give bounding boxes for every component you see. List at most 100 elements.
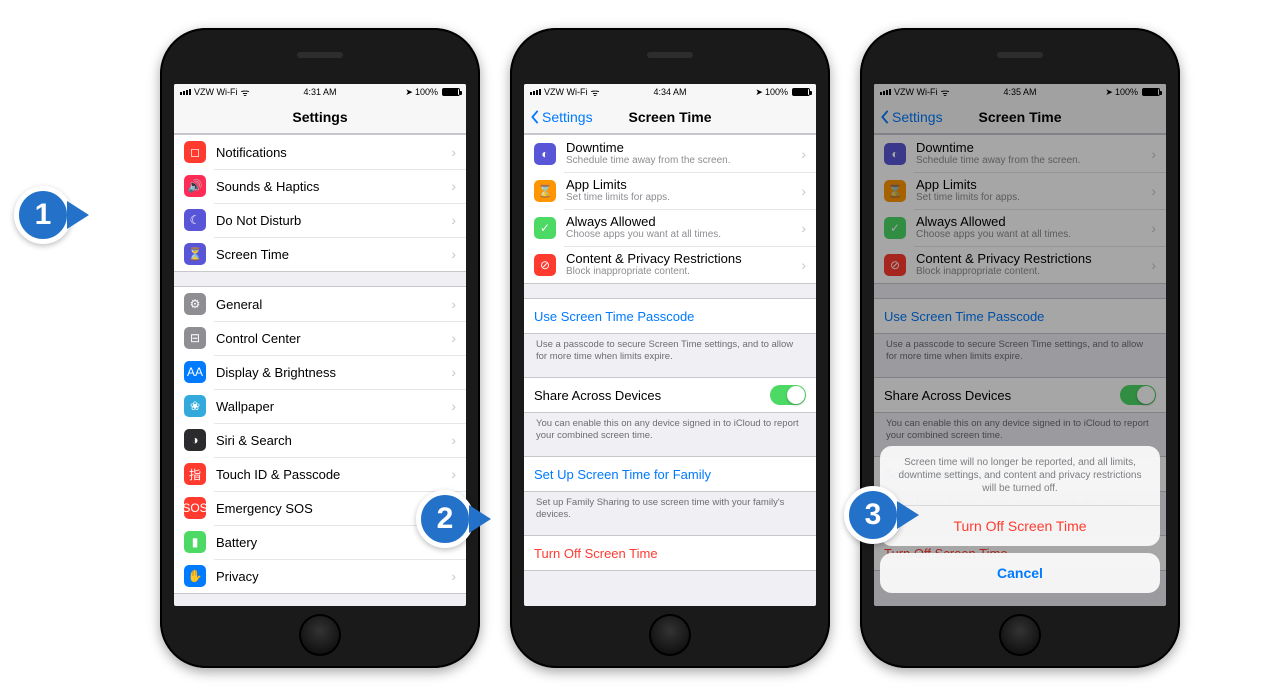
row-icon: ⏳	[184, 243, 206, 265]
row-icon: ⊘	[534, 254, 556, 276]
use-passcode-row[interactable]: Use Screen Time Passcode	[874, 299, 1166, 333]
share-toggle[interactable]	[770, 385, 806, 405]
row-icon: ✓	[884, 217, 906, 239]
row-icon: SOS	[184, 497, 206, 519]
row-icon: AA	[184, 361, 206, 383]
chevron-icon: ›	[1151, 220, 1156, 236]
chevron-icon: ›	[801, 146, 806, 162]
phone-frame-1: VZW Wi-Fi ᯤ 4:31 AM ➤ 100% Settings ◻︎No…	[160, 28, 480, 668]
settings-row-notifications[interactable]: ◻︎Notifications›	[174, 135, 466, 169]
row-label: App Limits	[916, 177, 1151, 192]
back-button[interactable]: Settings	[880, 109, 943, 125]
phone-frame-3: VZW Wi-Fi ᯤ 4:35 AM ➤ 100% Settings Scre…	[860, 28, 1180, 668]
settings-row-privacy[interactable]: ✋Privacy›	[174, 559, 466, 593]
page-title: Screen Time	[978, 109, 1061, 125]
page-title: Settings	[292, 109, 347, 125]
chevron-icon: ›	[801, 257, 806, 273]
chevron-icon: ›	[1151, 146, 1156, 162]
row-icon: ◐	[884, 143, 906, 165]
chevron-icon: ›	[451, 364, 456, 380]
status-bar: VZW Wi-Fi ᯤ 4:31 AM ➤ 100%	[174, 84, 466, 100]
row-icon: ◻︎	[184, 141, 206, 163]
share-devices-row[interactable]: Share Across Devices	[874, 378, 1166, 412]
battery-icon	[1142, 88, 1160, 96]
share-devices-row[interactable]: Share Across Devices	[524, 378, 816, 412]
row-icon: ⚙︎	[184, 293, 206, 315]
chevron-icon: ›	[1151, 183, 1156, 199]
screentime-row-downtime[interactable]: ◐DowntimeSchedule time away from the scr…	[524, 135, 816, 172]
step-badge-2: 2	[416, 490, 474, 548]
step-badge-1: 1	[14, 186, 72, 244]
settings-row-general[interactable]: ⚙︎ General›	[174, 287, 466, 321]
row-icon: ✋	[184, 565, 206, 587]
share-toggle[interactable]	[1120, 385, 1156, 405]
settings-row-do-not-disturb[interactable]: ☾ Do Not Disturb›	[174, 203, 466, 237]
row-icon: ❀	[184, 395, 206, 417]
battery-icon	[792, 88, 810, 96]
phone-frame-2: VZW Wi-Fi ᯤ 4:34 AM ➤ 100% Settings Scre…	[510, 28, 830, 668]
family-row[interactable]: Set Up Screen Time for Family	[524, 457, 816, 491]
clock: 4:34 AM	[524, 87, 816, 97]
row-icon: 指	[184, 463, 206, 485]
settings-row-sounds-haptics[interactable]: 🔊Sounds & Haptics›	[174, 169, 466, 203]
settings-row-siri-search[interactable]: ◑Siri & Search›	[174, 423, 466, 457]
chevron-icon: ›	[801, 220, 806, 236]
chevron-icon: ›	[451, 296, 456, 312]
row-subtitle: Schedule time away from the screen.	[916, 155, 1151, 167]
row-subtitle: Set time limits for apps.	[916, 192, 1151, 204]
row-subtitle: Set time limits for apps.	[566, 192, 801, 204]
chevron-icon: ›	[451, 178, 456, 194]
row-label: Content & Privacy Restrictions	[916, 251, 1151, 266]
chevron-icon: ›	[451, 466, 456, 482]
back-button[interactable]: Settings	[530, 109, 593, 125]
battery-icon	[442, 88, 460, 96]
back-label: Settings	[542, 109, 593, 125]
screentime-row-app-limits[interactable]: ⌛ App LimitsSet time limits for apps.›	[874, 172, 1166, 209]
sheet-turn-off[interactable]: Turn Off Screen Time	[880, 506, 1160, 546]
back-label: Settings	[892, 109, 943, 125]
screentime-row-content-privacy-restrictions[interactable]: ⊘ Content & Privacy RestrictionsBlock ina…	[874, 246, 1166, 283]
settings-row-screen-time[interactable]: ⏳ Screen Time›	[174, 237, 466, 271]
settings-row-display-brightness[interactable]: AA Display & Brightness›	[174, 355, 466, 389]
row-label: Do Not Disturb	[216, 213, 451, 228]
chevron-icon: ›	[451, 330, 456, 346]
row-icon: ⌛	[534, 180, 556, 202]
screentime-row-always-allowed[interactable]: ✓Always AllowedChoose apps you want at a…	[524, 209, 816, 246]
row-label: Control Center	[216, 331, 451, 346]
passcode-footer: Use a passcode to secure Screen Time set…	[524, 334, 816, 363]
row-icon: ◐	[534, 143, 556, 165]
passcode-footer: Use a passcode to secure Screen Time set…	[874, 334, 1166, 363]
screentime-row-always-allowed[interactable]: ✓ Always AllowedChoose apps you want at a…	[874, 209, 1166, 246]
row-label: General	[216, 297, 451, 312]
screentime-row-content-privacy-restrictions[interactable]: ⊘Content & Privacy RestrictionsBlock ina…	[524, 246, 816, 283]
step-badge-3: 3	[844, 486, 902, 544]
chevron-icon: ›	[451, 568, 456, 584]
row-icon: ◑	[184, 429, 206, 451]
row-icon: ⌛	[884, 180, 906, 202]
row-label: Battery	[216, 535, 451, 550]
chevron-icon: ›	[451, 246, 456, 262]
chevron-icon: ›	[451, 398, 456, 414]
row-subtitle: Block inappropriate content.	[916, 266, 1151, 278]
settings-row-wallpaper[interactable]: ❀Wallpaper›	[174, 389, 466, 423]
use-passcode-row[interactable]: Use Screen Time Passcode	[524, 299, 816, 333]
nav-bar: Settings Screen Time	[874, 100, 1166, 134]
row-subtitle: Choose apps you want at all times.	[916, 229, 1151, 241]
row-label: Content & Privacy Restrictions	[566, 251, 801, 266]
row-label: Always Allowed	[916, 214, 1151, 229]
screentime-row-downtime[interactable]: ◐DowntimeSchedule time away from the scr…	[874, 135, 1166, 172]
sheet-message: Screen time will no longer be reported, …	[880, 446, 1160, 506]
screentime-row-app-limits[interactable]: ⌛App LimitsSet time limits for apps.›	[524, 172, 816, 209]
nav-bar: Settings	[174, 100, 466, 134]
row-icon: ⊘	[884, 254, 906, 276]
row-label: Display & Brightness	[216, 365, 451, 380]
status-bar: VZW Wi-Fi ᯤ 4:34 AM ➤ 100%	[524, 84, 816, 100]
row-label: Screen Time	[216, 247, 451, 262]
chevron-icon: ›	[451, 212, 456, 228]
settings-row-touch-id-passcode[interactable]: 指Touch ID & Passcode›	[174, 457, 466, 491]
turn-off-row[interactable]: Turn Off Screen Time	[524, 536, 816, 570]
sheet-cancel[interactable]: Cancel	[880, 553, 1160, 593]
chevron-icon: ›	[1151, 257, 1156, 273]
settings-row-control-center[interactable]: ⊟Control Center›	[174, 321, 466, 355]
row-icon: ☾	[184, 209, 206, 231]
